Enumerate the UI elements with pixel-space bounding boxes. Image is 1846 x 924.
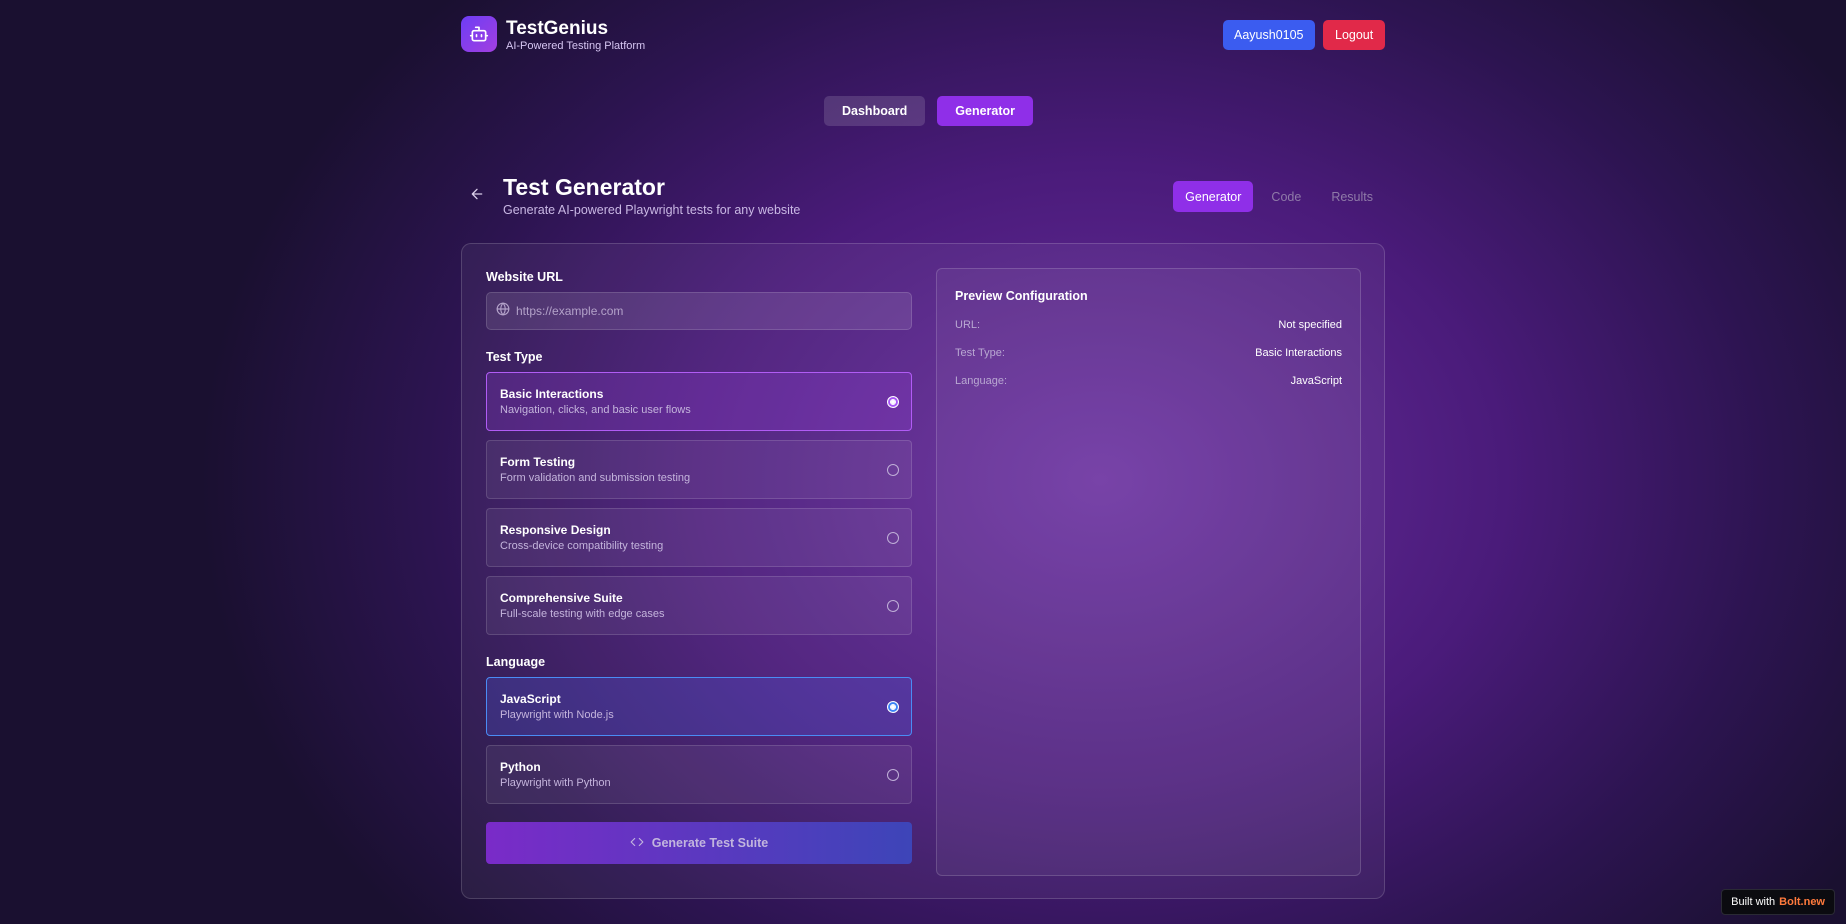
radio[interactable] bbox=[887, 769, 899, 781]
option-desc: Playwright with Python bbox=[500, 777, 611, 789]
view-tabs: Generator Code Results bbox=[1173, 181, 1385, 212]
generator-form: Website URL Test Type Basic Interactions… bbox=[486, 270, 912, 864]
tab-code[interactable]: Code bbox=[1259, 181, 1313, 212]
option-title: Python bbox=[500, 760, 541, 774]
option-desc: Navigation, clicks, and basic user flows bbox=[500, 404, 691, 416]
preview-key: Test Type: bbox=[955, 347, 1005, 359]
app-title: TestGenius bbox=[506, 18, 609, 39]
generate-test-suite-button[interactable]: Generate Test Suite bbox=[486, 822, 912, 864]
test-type-options: Basic Interactions Navigation, clicks, a… bbox=[486, 372, 912, 635]
language-option-python[interactable]: Python Playwright with Python bbox=[486, 745, 912, 804]
radio[interactable] bbox=[887, 464, 899, 476]
globe-icon bbox=[496, 302, 510, 321]
user-button[interactable]: Aayush0105 bbox=[1223, 20, 1315, 50]
option-title: Form Testing bbox=[500, 455, 576, 469]
url-field[interactable] bbox=[486, 292, 912, 330]
preview-value: Not specified bbox=[1278, 319, 1342, 331]
preview-row-test-type: Test Type: Basic Interactions bbox=[955, 347, 1342, 359]
option-title: JavaScript bbox=[500, 692, 561, 706]
preview-panel: Preview Configuration URL: Not specified… bbox=[936, 268, 1361, 876]
preview-row-url: URL: Not specified bbox=[955, 319, 1342, 331]
preview-key: URL: bbox=[955, 319, 981, 331]
preview-row-language: Language: JavaScript bbox=[955, 375, 1342, 387]
robot-logo-icon bbox=[461, 16, 497, 52]
url-label: Website URL bbox=[486, 270, 563, 284]
app-subtitle: AI-Powered Testing Platform bbox=[506, 40, 646, 52]
nav-dashboard-button[interactable]: Dashboard bbox=[824, 96, 926, 126]
language-option-javascript[interactable]: JavaScript Playwright with Node.js bbox=[486, 677, 912, 736]
test-type-option-form[interactable]: Form Testing Form validation and submiss… bbox=[486, 440, 912, 499]
radio[interactable] bbox=[887, 600, 899, 612]
option-title: Responsive Design bbox=[500, 523, 611, 537]
generate-label: Generate Test Suite bbox=[651, 836, 769, 850]
tab-generator[interactable]: Generator bbox=[1173, 181, 1254, 212]
language-label: Language bbox=[486, 655, 546, 669]
url-input[interactable] bbox=[516, 304, 876, 318]
language-options: JavaScript Playwright with Node.js Pytho… bbox=[486, 677, 912, 804]
logout-button[interactable]: Logout bbox=[1323, 20, 1386, 50]
tab-results[interactable]: Results bbox=[1319, 181, 1385, 212]
nav-generator-button[interactable]: Generator bbox=[937, 96, 1034, 126]
radio-selected[interactable] bbox=[887, 701, 899, 713]
option-desc: Full-scale testing with edge cases bbox=[500, 608, 665, 620]
option-desc: Cross-device compatibility testing bbox=[500, 540, 664, 552]
badge-brand: Bolt.new bbox=[1779, 896, 1825, 908]
preview-value: JavaScript bbox=[1290, 375, 1342, 387]
option-desc: Playwright with Node.js bbox=[500, 709, 614, 721]
test-type-option-responsive[interactable]: Responsive Design Cross-device compatibi… bbox=[486, 508, 912, 567]
preview-title: Preview Configuration bbox=[955, 289, 1088, 303]
option-desc: Form validation and submission testing bbox=[500, 472, 691, 484]
radio[interactable] bbox=[887, 532, 899, 544]
page-header: Test Generator Generate AI-powered Playw… bbox=[461, 172, 1385, 222]
back-arrow-icon[interactable] bbox=[469, 186, 485, 202]
page-title: Test Generator bbox=[503, 174, 665, 200]
option-title: Basic Interactions bbox=[500, 387, 604, 401]
generator-card: Website URL Test Type Basic Interactions… bbox=[461, 243, 1385, 899]
badge-prefix: Built with bbox=[1731, 896, 1776, 908]
code-icon bbox=[630, 835, 644, 852]
preview-key: Language: bbox=[955, 375, 1007, 387]
built-with-badge[interactable]: Built with Bolt.new bbox=[1721, 889, 1835, 915]
option-title: Comprehensive Suite bbox=[500, 591, 623, 605]
test-type-option-comprehensive[interactable]: Comprehensive Suite Full-scale testing w… bbox=[486, 576, 912, 635]
preview-value: Basic Interactions bbox=[1255, 347, 1342, 359]
page-subtitle: Generate AI-powered Playwright tests for… bbox=[503, 203, 801, 217]
test-type-label: Test Type bbox=[486, 350, 543, 364]
radio-selected[interactable] bbox=[887, 396, 899, 408]
main-nav: Dashboard Generator bbox=[824, 96, 1034, 126]
app-header: TestGenius AI-Powered Testing Platform A… bbox=[461, 16, 1386, 56]
test-type-option-basic[interactable]: Basic Interactions Navigation, clicks, a… bbox=[486, 372, 912, 431]
